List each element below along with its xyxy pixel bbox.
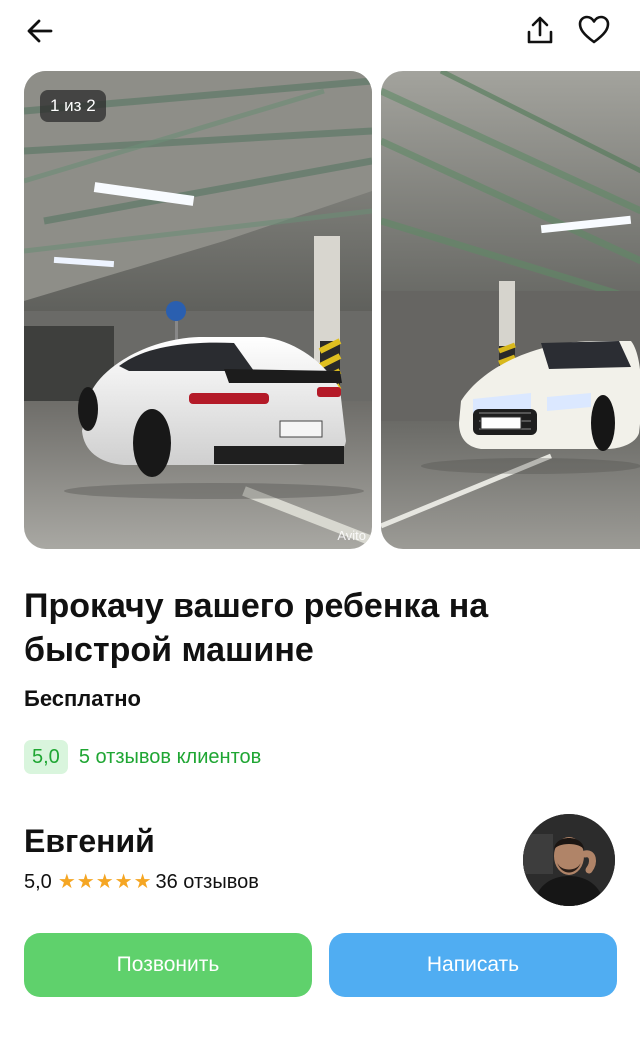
listing-photo-1[interactable]: 1 из 2 Avito <box>24 71 372 549</box>
favorite-button[interactable] <box>574 10 614 50</box>
listing-photo-2[interactable] <box>381 71 640 549</box>
seller-stars: ★ ★ ★ ★ ★ <box>58 872 153 892</box>
back-button[interactable] <box>20 11 60 51</box>
parking-car-front-image <box>381 71 640 549</box>
star-icon: ★ <box>133 871 152 893</box>
seller-rating-row[interactable]: 5,0 ★ ★ ★ ★ ★ 36 отзывов <box>24 868 259 896</box>
rating-badge: 5,0 <box>24 740 68 774</box>
seller-photo <box>523 814 615 906</box>
listing-rating-row[interactable]: 5,0 5 отзывов клиентов <box>24 740 261 774</box>
seller-rating-value: 5,0 <box>24 870 52 893</box>
heart-icon <box>578 15 610 44</box>
arrow-left-icon <box>27 19 53 43</box>
call-button[interactable]: Позвонить <box>24 933 312 997</box>
photo-gallery[interactable]: 1 из 2 Avito <box>24 71 640 549</box>
seller-avatar[interactable] <box>523 814 615 906</box>
star-icon: ★ <box>95 871 114 893</box>
client-reviews-link[interactable]: 5 отзывов клиентов <box>79 746 261 769</box>
seller-name[interactable]: Евгений <box>24 823 155 860</box>
photo-counter: 1 из 2 <box>40 90 106 122</box>
avito-watermark: Avito <box>337 528 366 543</box>
listing-price: Бесплатно <box>24 686 141 711</box>
top-bar <box>0 0 640 62</box>
star-icon: ★ <box>114 871 133 893</box>
listing-title: Прокачу вашего ребенка на быстрой машине <box>24 587 489 669</box>
parking-car-rear-image <box>24 71 372 549</box>
seller-reviews-count: 36 отзывов <box>155 870 259 893</box>
star-icon: ★ <box>57 871 76 893</box>
share-icon <box>527 16 553 44</box>
share-button[interactable] <box>520 10 560 50</box>
write-message-button[interactable]: Написать <box>329 933 617 997</box>
star-icon: ★ <box>76 871 95 893</box>
